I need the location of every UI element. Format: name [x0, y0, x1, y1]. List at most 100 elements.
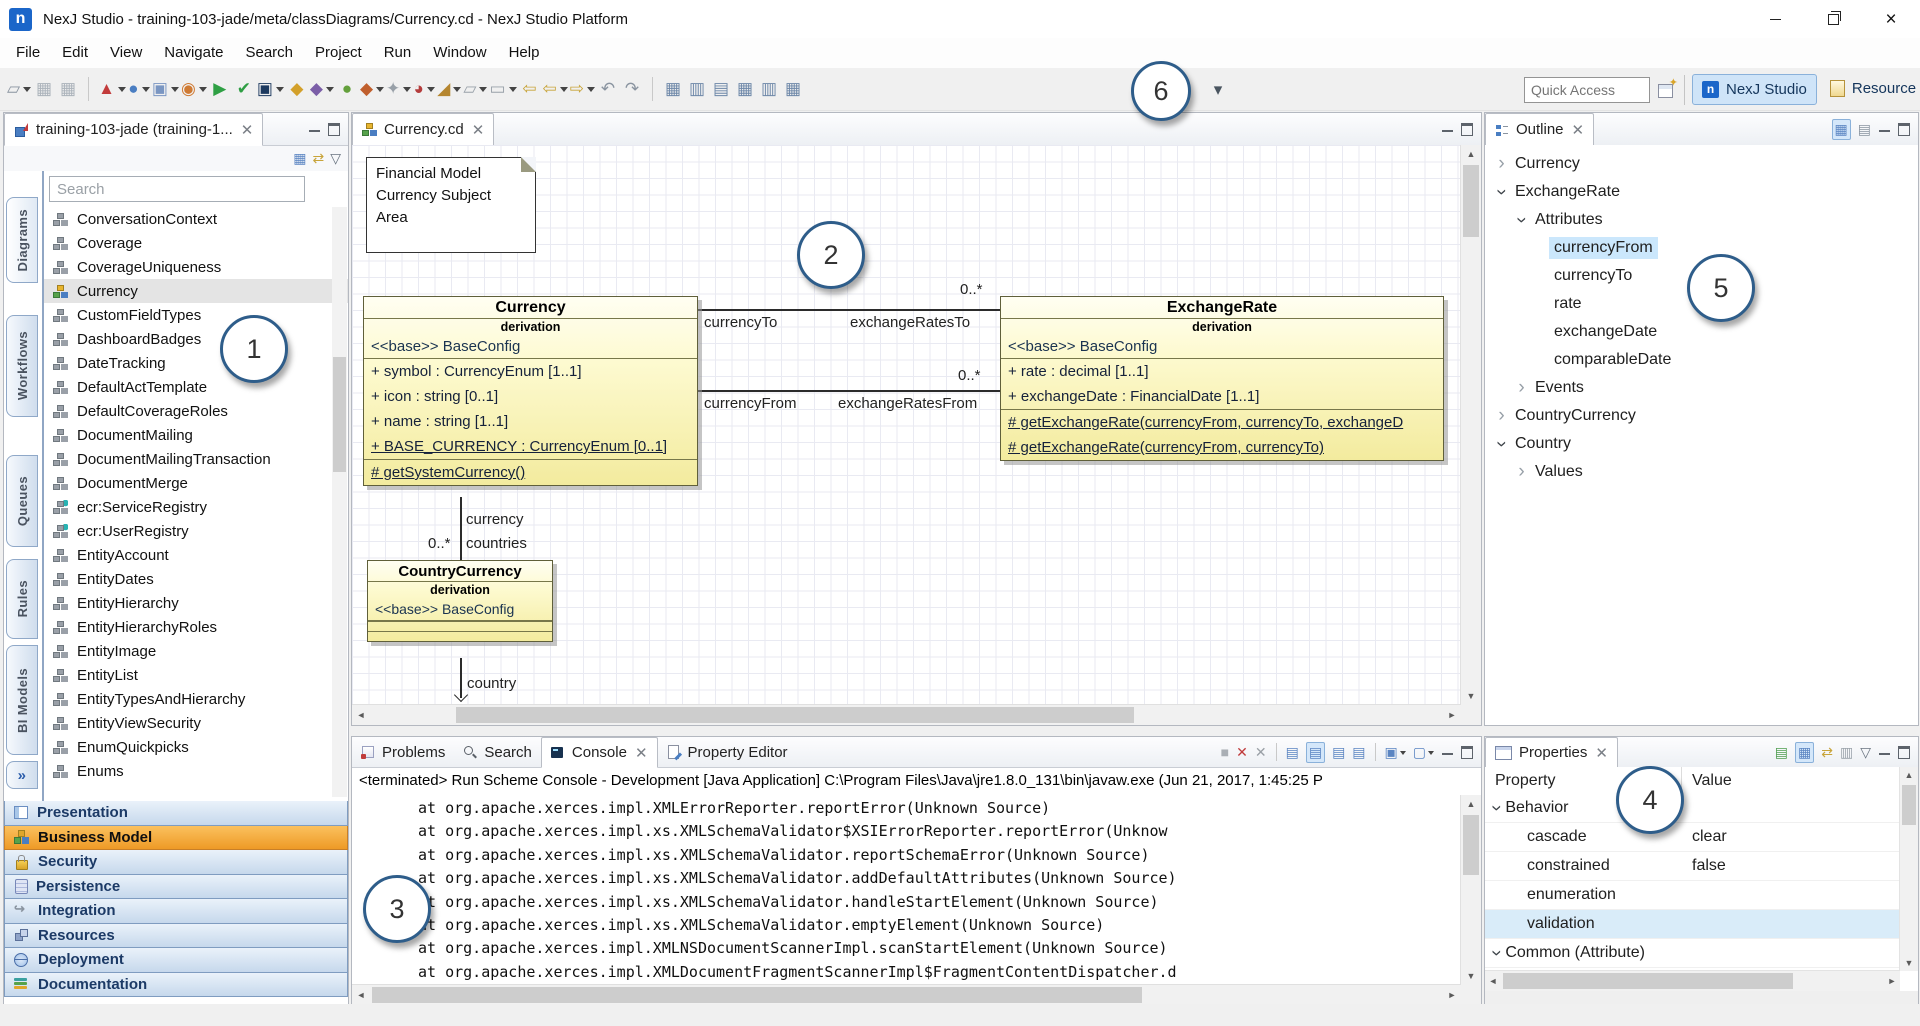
menu-item[interactable]: Navigate	[153, 38, 234, 68]
layout-grid-1[interactable]: ▦	[662, 76, 684, 102]
minimize-icon[interactable]	[1442, 745, 1453, 755]
search-input[interactable]	[49, 176, 305, 202]
class-box-exchangerate[interactable]: ExchangeRate derivation <<base>> BaseCon…	[1000, 296, 1444, 461]
forward[interactable]: ⇨	[570, 76, 595, 102]
tree-expander-icon[interactable]	[1493, 405, 1510, 427]
list-item[interactable]: EnumQuickpicks	[44, 735, 348, 759]
show-console-on-output[interactable]: ▤	[1352, 744, 1365, 761]
scroll-right-icon[interactable]: ►	[1443, 705, 1461, 725]
scroll-right-icon[interactable]: ►	[1443, 985, 1461, 1005]
perspective-button[interactable]: Resource	[1821, 74, 1920, 103]
list-item[interactable]: ecr:ServiceRegistry	[44, 495, 348, 519]
list-item[interactable]: Enums	[44, 759, 348, 783]
back[interactable]: ⇦	[519, 76, 541, 102]
maximize-icon[interactable]	[1898, 746, 1910, 759]
database-tool[interactable]: ▣	[152, 76, 179, 102]
terminate[interactable]: ■	[1221, 744, 1229, 760]
minimize-icon[interactable]	[1879, 122, 1890, 132]
menu-item[interactable]: View	[99, 38, 153, 68]
list-item[interactable]: EntityImage	[44, 639, 348, 663]
tree-expander-icon[interactable]	[1493, 433, 1510, 455]
console-view-tab[interactable]: Problems ✕	[352, 737, 454, 767]
view-menu[interactable]: ▽	[330, 150, 341, 167]
separator-2[interactable]	[652, 77, 653, 101]
link-with-editor[interactable]: ⇄	[312, 150, 324, 167]
close-icon[interactable]: ✕	[472, 121, 485, 139]
scroll-up-icon[interactable]: ▲	[1461, 795, 1481, 813]
outline-tree-item[interactable]: currencyFrom	[1485, 234, 1918, 262]
pin-value[interactable]: ⇄	[1821, 744, 1833, 761]
editor-vertical-scrollbar[interactable]: ▲ ▼	[1460, 145, 1481, 705]
explorer-vertical-tab[interactable]: Workflows	[6, 315, 38, 417]
class-box-countrycurrency[interactable]: CountryCurrency derivation <<base>> Base…	[367, 560, 553, 642]
value-column-header[interactable]: Value	[1681, 772, 1732, 790]
navigator-section[interactable]: Persistence	[4, 875, 348, 900]
validate[interactable]: ✔	[233, 76, 255, 102]
minimize-icon[interactable]	[1442, 122, 1453, 132]
class-attribute[interactable]: + name : string [1..1]	[364, 409, 697, 434]
minimize-icon[interactable]	[1879, 745, 1890, 755]
properties-horizontal-scrollbar[interactable]: ◄ ►	[1485, 970, 1900, 991]
view-menu[interactable]: ▽	[1860, 744, 1871, 761]
close-icon[interactable]: ✕	[1572, 121, 1585, 139]
list-item[interactable]: EntityHierarchy	[44, 591, 348, 615]
close-icon[interactable]: ✕	[241, 121, 254, 139]
list-item[interactable]: DefaultActTemplate	[44, 375, 348, 399]
property-row[interactable]: enumeration	[1485, 881, 1900, 910]
property-row[interactable]: constrained false	[1485, 852, 1900, 881]
layout-grid-4[interactable]: ▦	[734, 76, 756, 102]
explorer-vertical-tab[interactable]: Diagrams	[6, 197, 38, 283]
new-wizard[interactable]: ▱	[7, 76, 31, 102]
class-attribute[interactable]: + rate : decimal [1..1]	[1001, 359, 1443, 384]
navigator-section[interactable]: Security	[4, 850, 348, 875]
editor-horizontal-scrollbar[interactable]: ◄ ►	[352, 704, 1461, 725]
close-icon[interactable]: ✕	[635, 744, 648, 762]
outline-tree-item[interactable]: Country	[1485, 430, 1918, 458]
menu-item[interactable]: File	[5, 38, 51, 68]
class-method[interactable]: # getSystemCurrency()	[364, 460, 697, 485]
layout-grid-5[interactable]: ▥	[758, 76, 780, 102]
outline-tree-item[interactable]: Values	[1485, 458, 1918, 486]
menu-item[interactable]: Help	[498, 38, 551, 68]
list-item[interactable]: DefaultCoverageRoles	[44, 399, 348, 423]
outline-tab[interactable]: Outline ✕	[1485, 113, 1594, 146]
scroll-lock[interactable]: ▤	[1306, 742, 1325, 763]
list-item[interactable]: CoverageUniqueness	[44, 255, 348, 279]
properties-tab[interactable]: Properties ✕	[1485, 737, 1618, 768]
scrollbar-thumb[interactable]	[1463, 165, 1479, 237]
perspective-button[interactable]: NexJ Studio	[1692, 74, 1817, 105]
run[interactable]: ▶	[209, 76, 231, 102]
scrollbar-thumb[interactable]	[456, 707, 1134, 723]
outline-tree-item[interactable]: Events	[1485, 374, 1918, 402]
edge-label-currencyFrom[interactable]: currencyFrom	[704, 395, 797, 412]
list-item[interactable]: EntityHierarchyRoles	[44, 615, 348, 639]
edge-label-currency[interactable]: currency	[466, 511, 524, 528]
class-box-currency[interactable]: Currency derivation <<base>> BaseConfig …	[363, 296, 698, 486]
package-tool[interactable]: ◆	[360, 76, 384, 102]
close-icon[interactable]: ✕	[1595, 744, 1608, 762]
explorer-vertical-tab[interactable]: Queues	[6, 455, 38, 547]
property-row[interactable]: cascade clear	[1485, 823, 1900, 852]
clear-console[interactable]: ▤	[1286, 744, 1299, 761]
deploy-tool[interactable]: ◆	[310, 76, 334, 102]
diagram-canvas[interactable]: Financial Model Currency Subject Area cu…	[352, 145, 1461, 705]
scrollbar-thumb[interactable]	[372, 987, 1142, 1003]
minimize-icon[interactable]	[309, 122, 320, 132]
maximize-icon[interactable]	[1898, 123, 1910, 136]
word-wrap[interactable]: ▤	[1332, 744, 1345, 761]
collapse-all[interactable]: ▦	[293, 150, 306, 167]
list-item[interactable]: ConversationContext	[44, 207, 348, 231]
menu-item[interactable]: Project	[304, 38, 373, 68]
maximize-icon[interactable]	[1461, 123, 1473, 136]
console-view-tab[interactable]: Console ✕	[541, 737, 658, 768]
list-item[interactable]: CustomFieldTypes	[44, 303, 348, 327]
list-item[interactable]: EntityDates	[44, 567, 348, 591]
list-item[interactable]: EntityTypesAndHierarchy	[44, 687, 348, 711]
tree-mode[interactable]: ▦	[1795, 742, 1814, 763]
list-item[interactable]: EntityAccount	[44, 543, 348, 567]
class-method[interactable]: # getExchangeRate(currencyFrom, currency…	[1001, 435, 1443, 460]
scroll-left-icon[interactable]: ◄	[352, 985, 370, 1005]
explorer-tab[interactable]: training-103-jade (training-1... ✕	[4, 113, 263, 146]
undo[interactable]: ↶	[597, 76, 619, 102]
redo[interactable]: ↷	[621, 76, 643, 102]
